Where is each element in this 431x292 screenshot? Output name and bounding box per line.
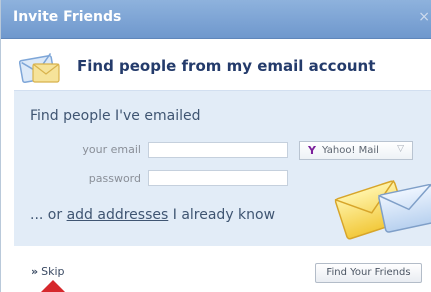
provider-selected-label: Yahoo! Mail — [322, 145, 379, 156]
add-addresses-line: ... or add addresses I already know — [30, 207, 275, 223]
envelopes-illustration — [334, 180, 431, 240]
password-label: password — [88, 172, 141, 185]
email-field[interactable] — [148, 142, 288, 158]
alt-suffix: I already know — [168, 207, 276, 223]
skip-label: Skip — [41, 265, 65, 278]
invite-friends-dialog: Invite Friends × Find people from my ema… — [0, 0, 431, 292]
envelope-icon — [19, 52, 60, 84]
find-your-friends-button[interactable]: Find Your Friends — [315, 263, 422, 283]
close-icon[interactable]: × — [418, 9, 430, 25]
email-label: your email — [82, 143, 141, 156]
yahoo-icon: Y — [308, 144, 316, 157]
skip-link[interactable]: » Skip — [31, 265, 65, 278]
password-field[interactable] — [148, 170, 288, 186]
dialog-heading: Find people from my email account — [77, 57, 376, 75]
email-provider-select[interactable]: Y Yahoo! Mail ▽ — [299, 141, 413, 160]
alt-prefix: ... or — [30, 207, 67, 223]
section-title: Find people I've emailed — [30, 108, 201, 124]
add-addresses-link[interactable]: add addresses — [67, 207, 169, 223]
chevron-down-icon: ▽ — [397, 144, 404, 154]
dialog-title: Invite Friends — [13, 9, 122, 25]
skip-arrows-icon: » — [31, 265, 39, 278]
dialog-titlebar: Invite Friends × — [1, 0, 431, 39]
pointer-arrow-icon — [41, 280, 65, 292]
